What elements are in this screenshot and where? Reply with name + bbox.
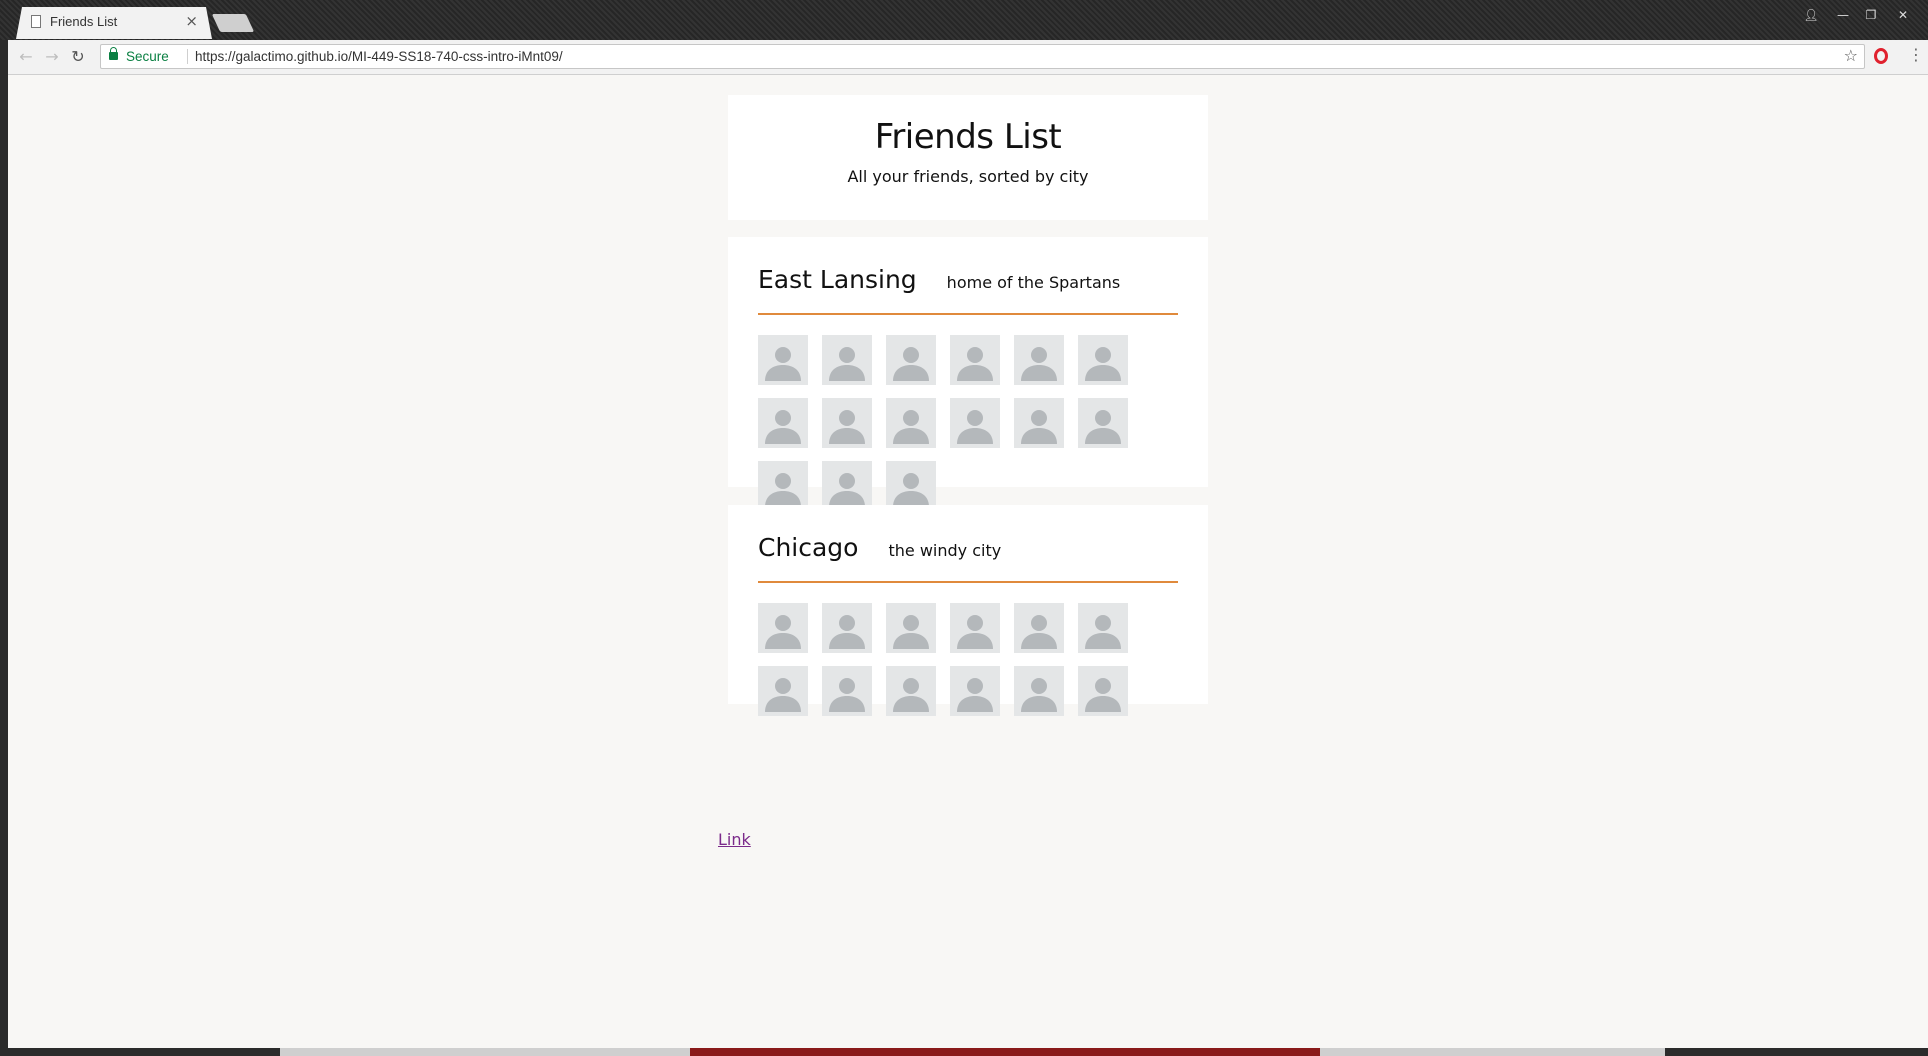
friend-avatar[interactable] bbox=[1014, 603, 1064, 653]
person-silhouette-icon bbox=[1021, 615, 1057, 649]
friend-avatar[interactable] bbox=[950, 603, 1000, 653]
person-silhouette-icon bbox=[957, 410, 993, 444]
city-name: Chicago bbox=[758, 533, 859, 562]
city-header: East Lansing home of the Spartans bbox=[758, 265, 1178, 315]
person-silhouette-icon bbox=[893, 473, 929, 507]
reload-icon[interactable]: ↻ bbox=[68, 47, 88, 67]
friend-avatar[interactable] bbox=[886, 666, 936, 716]
restore-icon[interactable]: ❐ bbox=[1858, 6, 1884, 24]
friend-avatar[interactable] bbox=[822, 603, 872, 653]
new-tab-button[interactable] bbox=[211, 14, 255, 32]
friend-avatar[interactable] bbox=[886, 398, 936, 448]
url-text[interactable]: https://galactimo.github.io/MI-449-SS18-… bbox=[195, 49, 563, 64]
person-silhouette-icon bbox=[1021, 410, 1057, 444]
person-silhouette-icon bbox=[957, 347, 993, 381]
person-silhouette-icon bbox=[893, 410, 929, 444]
city-card-east-lansing: East Lansing home of the Spartans bbox=[728, 237, 1208, 511]
address-bar[interactable]: Secure https://galactimo.github.io/MI-44… bbox=[100, 44, 1865, 69]
page-link[interactable]: Link bbox=[718, 830, 751, 849]
tab-close-icon[interactable]: × bbox=[185, 12, 198, 30]
browser-tab[interactable]: Friends List × bbox=[16, 7, 212, 39]
person-silhouette-icon bbox=[829, 347, 865, 381]
person-silhouette-icon bbox=[829, 410, 865, 444]
person-silhouette-icon bbox=[765, 615, 801, 649]
page-viewport: Friends List All your friends, sorted by… bbox=[8, 75, 1928, 1050]
friend-avatar[interactable] bbox=[950, 666, 1000, 716]
profile-icon[interactable]: 👤︎ bbox=[1798, 6, 1824, 24]
friend-avatar[interactable] bbox=[886, 335, 936, 385]
friend-avatar[interactable] bbox=[1078, 666, 1128, 716]
friend-avatar[interactable] bbox=[758, 666, 808, 716]
friend-avatar[interactable] bbox=[1078, 603, 1128, 653]
friend-avatar[interactable] bbox=[1078, 398, 1128, 448]
friend-avatar[interactable] bbox=[1014, 398, 1064, 448]
person-silhouette-icon bbox=[765, 678, 801, 712]
lock-icon bbox=[109, 47, 118, 60]
city-name: East Lansing bbox=[758, 265, 917, 294]
minimize-icon[interactable]: — bbox=[1830, 6, 1856, 24]
window-edge bbox=[0, 40, 8, 1050]
header-card: Friends List All your friends, sorted by… bbox=[728, 95, 1208, 220]
friend-avatar[interactable] bbox=[822, 398, 872, 448]
friend-avatar[interactable] bbox=[758, 461, 808, 511]
friend-avatar[interactable] bbox=[822, 666, 872, 716]
person-silhouette-icon bbox=[893, 347, 929, 381]
friend-avatar[interactable] bbox=[758, 335, 808, 385]
friends-grid bbox=[758, 335, 1142, 524]
browser-toolbar: ← → ↻ Secure https://galactimo.github.io… bbox=[8, 40, 1928, 75]
menu-icon[interactable]: ⋮ bbox=[1908, 46, 1924, 64]
person-silhouette-icon bbox=[1085, 347, 1121, 381]
friend-avatar[interactable] bbox=[822, 335, 872, 385]
city-header: Chicago the windy city bbox=[758, 533, 1178, 583]
person-silhouette-icon bbox=[1021, 678, 1057, 712]
city-card-chicago: Chicago the windy city bbox=[728, 505, 1208, 716]
person-silhouette-icon bbox=[1085, 615, 1121, 649]
bookmark-star-icon[interactable]: ☆ bbox=[1844, 46, 1858, 65]
tab-title: Friends List bbox=[50, 14, 118, 29]
person-silhouette-icon bbox=[765, 473, 801, 507]
friend-avatar[interactable] bbox=[822, 461, 872, 511]
friend-avatar[interactable] bbox=[886, 603, 936, 653]
page-subtitle: All your friends, sorted by city bbox=[847, 167, 1089, 186]
person-silhouette-icon bbox=[1021, 347, 1057, 381]
person-silhouette-icon bbox=[957, 678, 993, 712]
close-window-icon[interactable]: ✕ bbox=[1890, 6, 1916, 24]
friend-avatar[interactable] bbox=[758, 603, 808, 653]
page-icon bbox=[31, 15, 41, 28]
person-silhouette-icon bbox=[957, 615, 993, 649]
person-silhouette-icon bbox=[829, 615, 865, 649]
friend-avatar[interactable] bbox=[1014, 335, 1064, 385]
person-silhouette-icon bbox=[829, 678, 865, 712]
person-silhouette-icon bbox=[765, 410, 801, 444]
friend-avatar[interactable] bbox=[1078, 335, 1128, 385]
friend-avatar[interactable] bbox=[950, 335, 1000, 385]
browser-tab-strip: Friends List × 👤︎ — ❐ ✕ bbox=[0, 0, 1928, 40]
friends-grid bbox=[758, 603, 1142, 729]
back-icon[interactable]: ← bbox=[16, 47, 36, 67]
page-title: Friends List bbox=[874, 117, 1062, 157]
city-tagline: home of the Spartans bbox=[946, 273, 1121, 292]
secure-label: Secure bbox=[126, 49, 169, 64]
opera-icon[interactable] bbox=[1874, 48, 1888, 64]
person-silhouette-icon bbox=[765, 347, 801, 381]
person-silhouette-icon bbox=[1085, 678, 1121, 712]
person-silhouette-icon bbox=[829, 473, 865, 507]
person-silhouette-icon bbox=[893, 678, 929, 712]
forward-icon[interactable]: → bbox=[42, 47, 62, 67]
city-tagline: the windy city bbox=[888, 541, 1002, 560]
person-silhouette-icon bbox=[1085, 410, 1121, 444]
friend-avatar[interactable] bbox=[758, 398, 808, 448]
background-window-strip bbox=[0, 1048, 1928, 1056]
friend-avatar[interactable] bbox=[886, 461, 936, 511]
person-silhouette-icon bbox=[893, 615, 929, 649]
friend-avatar[interactable] bbox=[950, 398, 1000, 448]
friend-avatar[interactable] bbox=[1014, 666, 1064, 716]
address-separator bbox=[187, 49, 188, 64]
